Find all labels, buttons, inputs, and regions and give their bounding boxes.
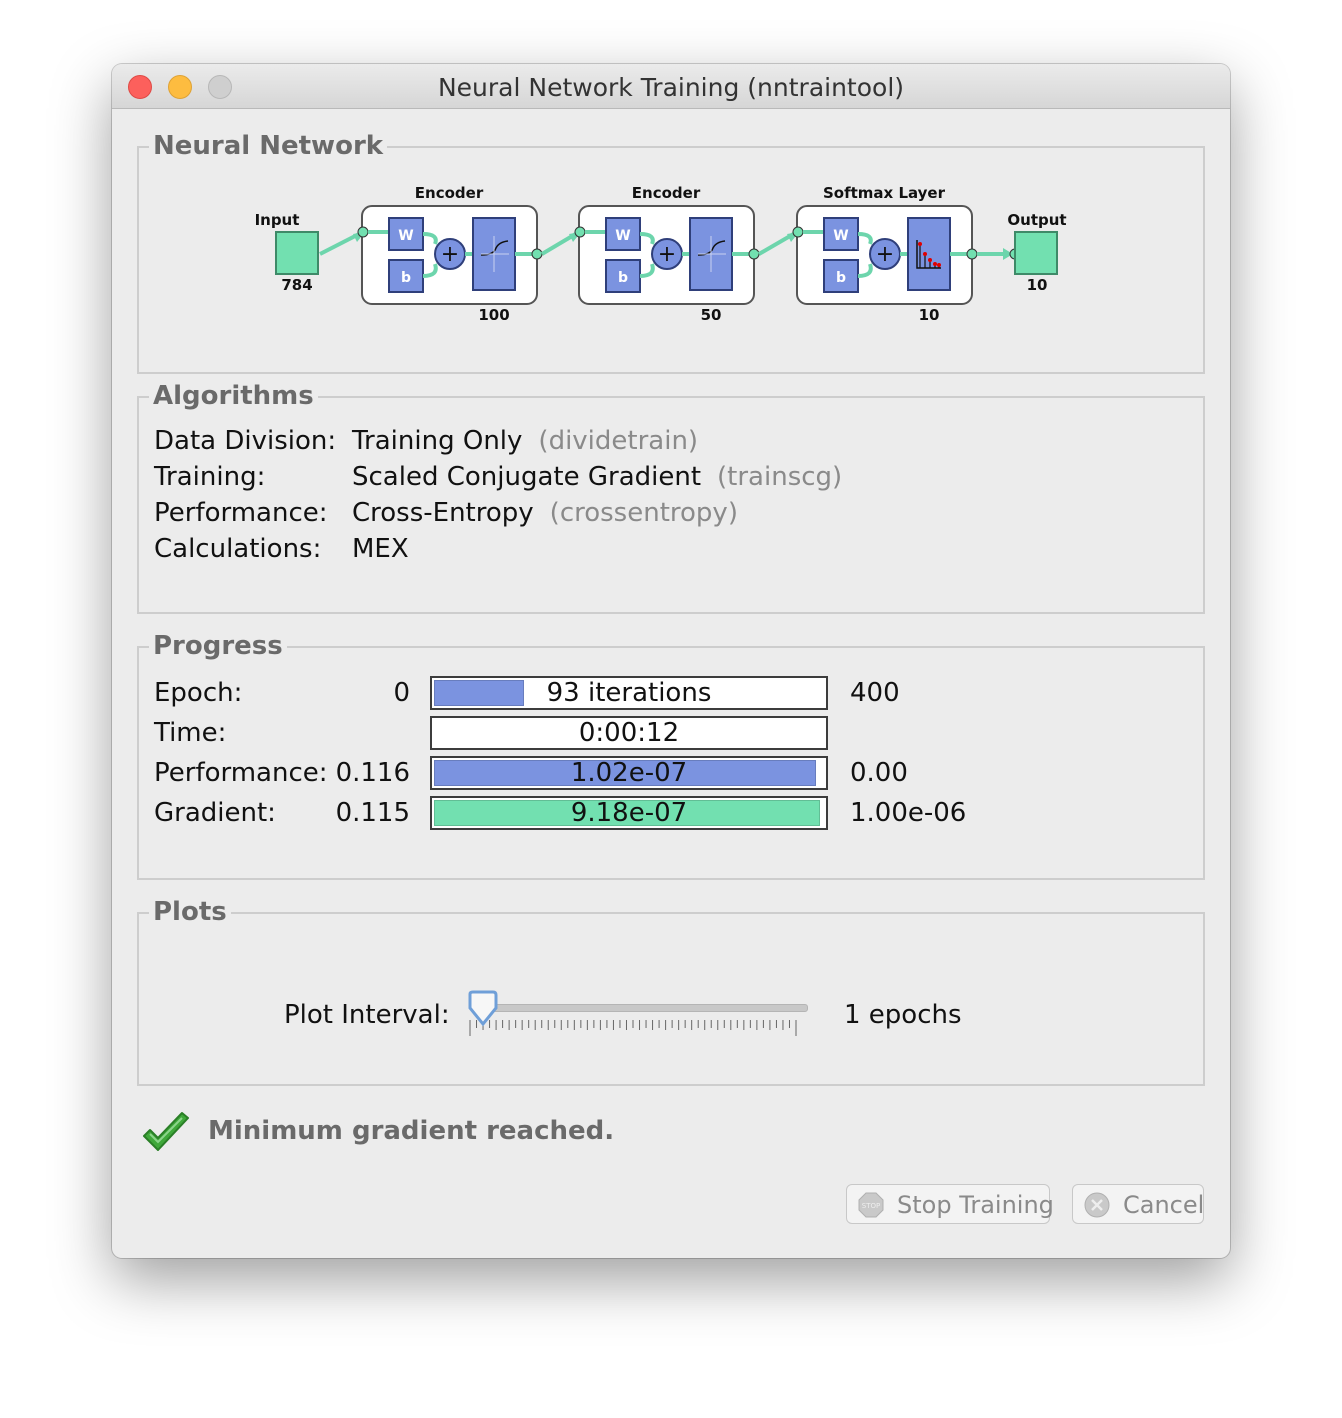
performance-progress-text: 1.02e-07	[570, 758, 688, 788]
gradient-label: Gradient:	[154, 798, 276, 828]
epoch-max: 400	[850, 678, 900, 708]
time-label: Time:	[154, 718, 227, 748]
plot-interval-ticks	[469, 1020, 797, 1036]
algo-label: Performance:	[154, 498, 328, 528]
algo-value-wrap: Scaled Conjugate Gradient (trainscg)	[352, 462, 842, 492]
layer-3-weight-label: W	[833, 228, 848, 244]
layer-3-sum-sign: +	[876, 242, 894, 267]
network-diagram: Input 784 Encoder W b + 100 Encoder W b …	[255, 184, 1067, 324]
plot-interval-slider[interactable]	[476, 1004, 808, 1012]
layer-3-size: 10	[919, 306, 940, 324]
layer-1-size: 100	[478, 306, 509, 324]
epoch-min: 0	[393, 678, 410, 708]
gradient-progress-text: 9.18e-07	[570, 798, 688, 828]
plot-interval-value: 1 epochs	[844, 1000, 962, 1030]
cancel-button[interactable]: Cancel	[1072, 1184, 1204, 1224]
stop-training-button[interactable]: STOP Stop Training	[846, 1184, 1054, 1224]
performance-min: 0.116	[335, 758, 410, 788]
input-label: Input	[255, 211, 300, 229]
epoch-progress-bar: 93 iterations	[430, 676, 828, 710]
algo-function: (trainscg)	[717, 462, 843, 492]
layer-3-bias-label: b	[836, 270, 846, 286]
layer-3-out-node	[966, 248, 978, 260]
nntraintool-window: Neural Network Training (nntraintool) Ne…	[112, 64, 1230, 1258]
algo-value: Scaled Conjugate Gradient	[352, 462, 702, 492]
layer-1-label: Encoder	[415, 184, 484, 202]
svg-text:STOP: STOP	[862, 1202, 880, 1210]
time-progress-bar: 0:00:12	[430, 716, 828, 750]
checkmark-icon	[143, 1112, 189, 1151]
layer-1-weight-label: W	[398, 228, 413, 244]
layer-1-bias-label: b	[401, 270, 411, 286]
performance-progress-bar: 1.02e-07	[430, 756, 828, 790]
epoch-progress-text: 93 iterations	[546, 678, 712, 708]
input-box	[275, 231, 319, 275]
plots-title: Plots	[149, 897, 231, 927]
status-message: Minimum gradient reached.	[208, 1116, 615, 1146]
layer-2-size: 50	[701, 306, 722, 324]
algo-label: Data Division:	[154, 426, 337, 456]
layer-1-in-node	[357, 226, 369, 238]
performance-max: 0.00	[850, 758, 908, 788]
layer-2-out-node	[748, 248, 760, 260]
algo-value-wrap: Cross-Entropy (crossentropy)	[352, 498, 738, 528]
neural-network-group: Neural Network Input 784 Encoder W b + 1…	[137, 131, 1205, 374]
plot-interval-label: Plot Interval:	[284, 1000, 450, 1030]
output-box	[1014, 231, 1058, 275]
input-size: 784	[281, 276, 312, 294]
layer-3-in-node	[792, 226, 804, 238]
layer-2-in-node	[574, 226, 586, 238]
algo-value: Cross-Entropy	[352, 498, 534, 528]
algo-value-wrap: MEX	[352, 534, 409, 564]
layer-1-out-node	[531, 248, 543, 260]
layer-2-weight-label: W	[615, 228, 630, 244]
algorithms-title: Algorithms	[149, 381, 318, 411]
plot-interval-slider-thumb[interactable]	[466, 990, 500, 1030]
algo-function: (dividetrain)	[538, 426, 699, 456]
time-progress-text: 0:00:12	[578, 718, 680, 748]
progress-title: Progress	[149, 631, 287, 661]
window-title: Neural Network Training (nntraintool)	[437, 73, 905, 102]
gradient-progress-bar: 9.18e-07	[430, 796, 828, 830]
gradient-min: 0.115	[335, 798, 410, 828]
title-bar: Neural Network Training (nntraintool)	[112, 64, 1230, 109]
layer-2-label: Encoder	[632, 184, 701, 202]
output-label: Output	[1007, 211, 1066, 229]
plots-group: Plots	[137, 897, 1205, 1086]
cancel-icon	[1084, 1192, 1110, 1218]
algo-label: Calculations:	[154, 534, 322, 564]
layer-3-label: Softmax Layer	[823, 184, 946, 202]
algo-value: Training Only	[352, 426, 523, 456]
algo-function: (crossentropy)	[549, 498, 738, 528]
layer-2-bias-label: b	[618, 270, 628, 286]
algo-value: MEX	[352, 534, 409, 564]
cancel-label: Cancel	[1123, 1191, 1205, 1219]
output-size: 10	[1027, 276, 1048, 294]
epoch-label: Epoch:	[154, 678, 243, 708]
layer-1-sum-sign: +	[441, 242, 459, 267]
stop-training-label: Stop Training	[897, 1191, 1054, 1219]
stop-icon: STOP	[858, 1192, 884, 1218]
layer-3-transfer	[907, 217, 951, 291]
algo-label: Training:	[154, 462, 266, 492]
algo-value-wrap: Training Only (dividetrain)	[352, 426, 698, 456]
gradient-max: 1.00e-06	[850, 798, 967, 828]
layer-2-sum-sign: +	[658, 242, 676, 267]
